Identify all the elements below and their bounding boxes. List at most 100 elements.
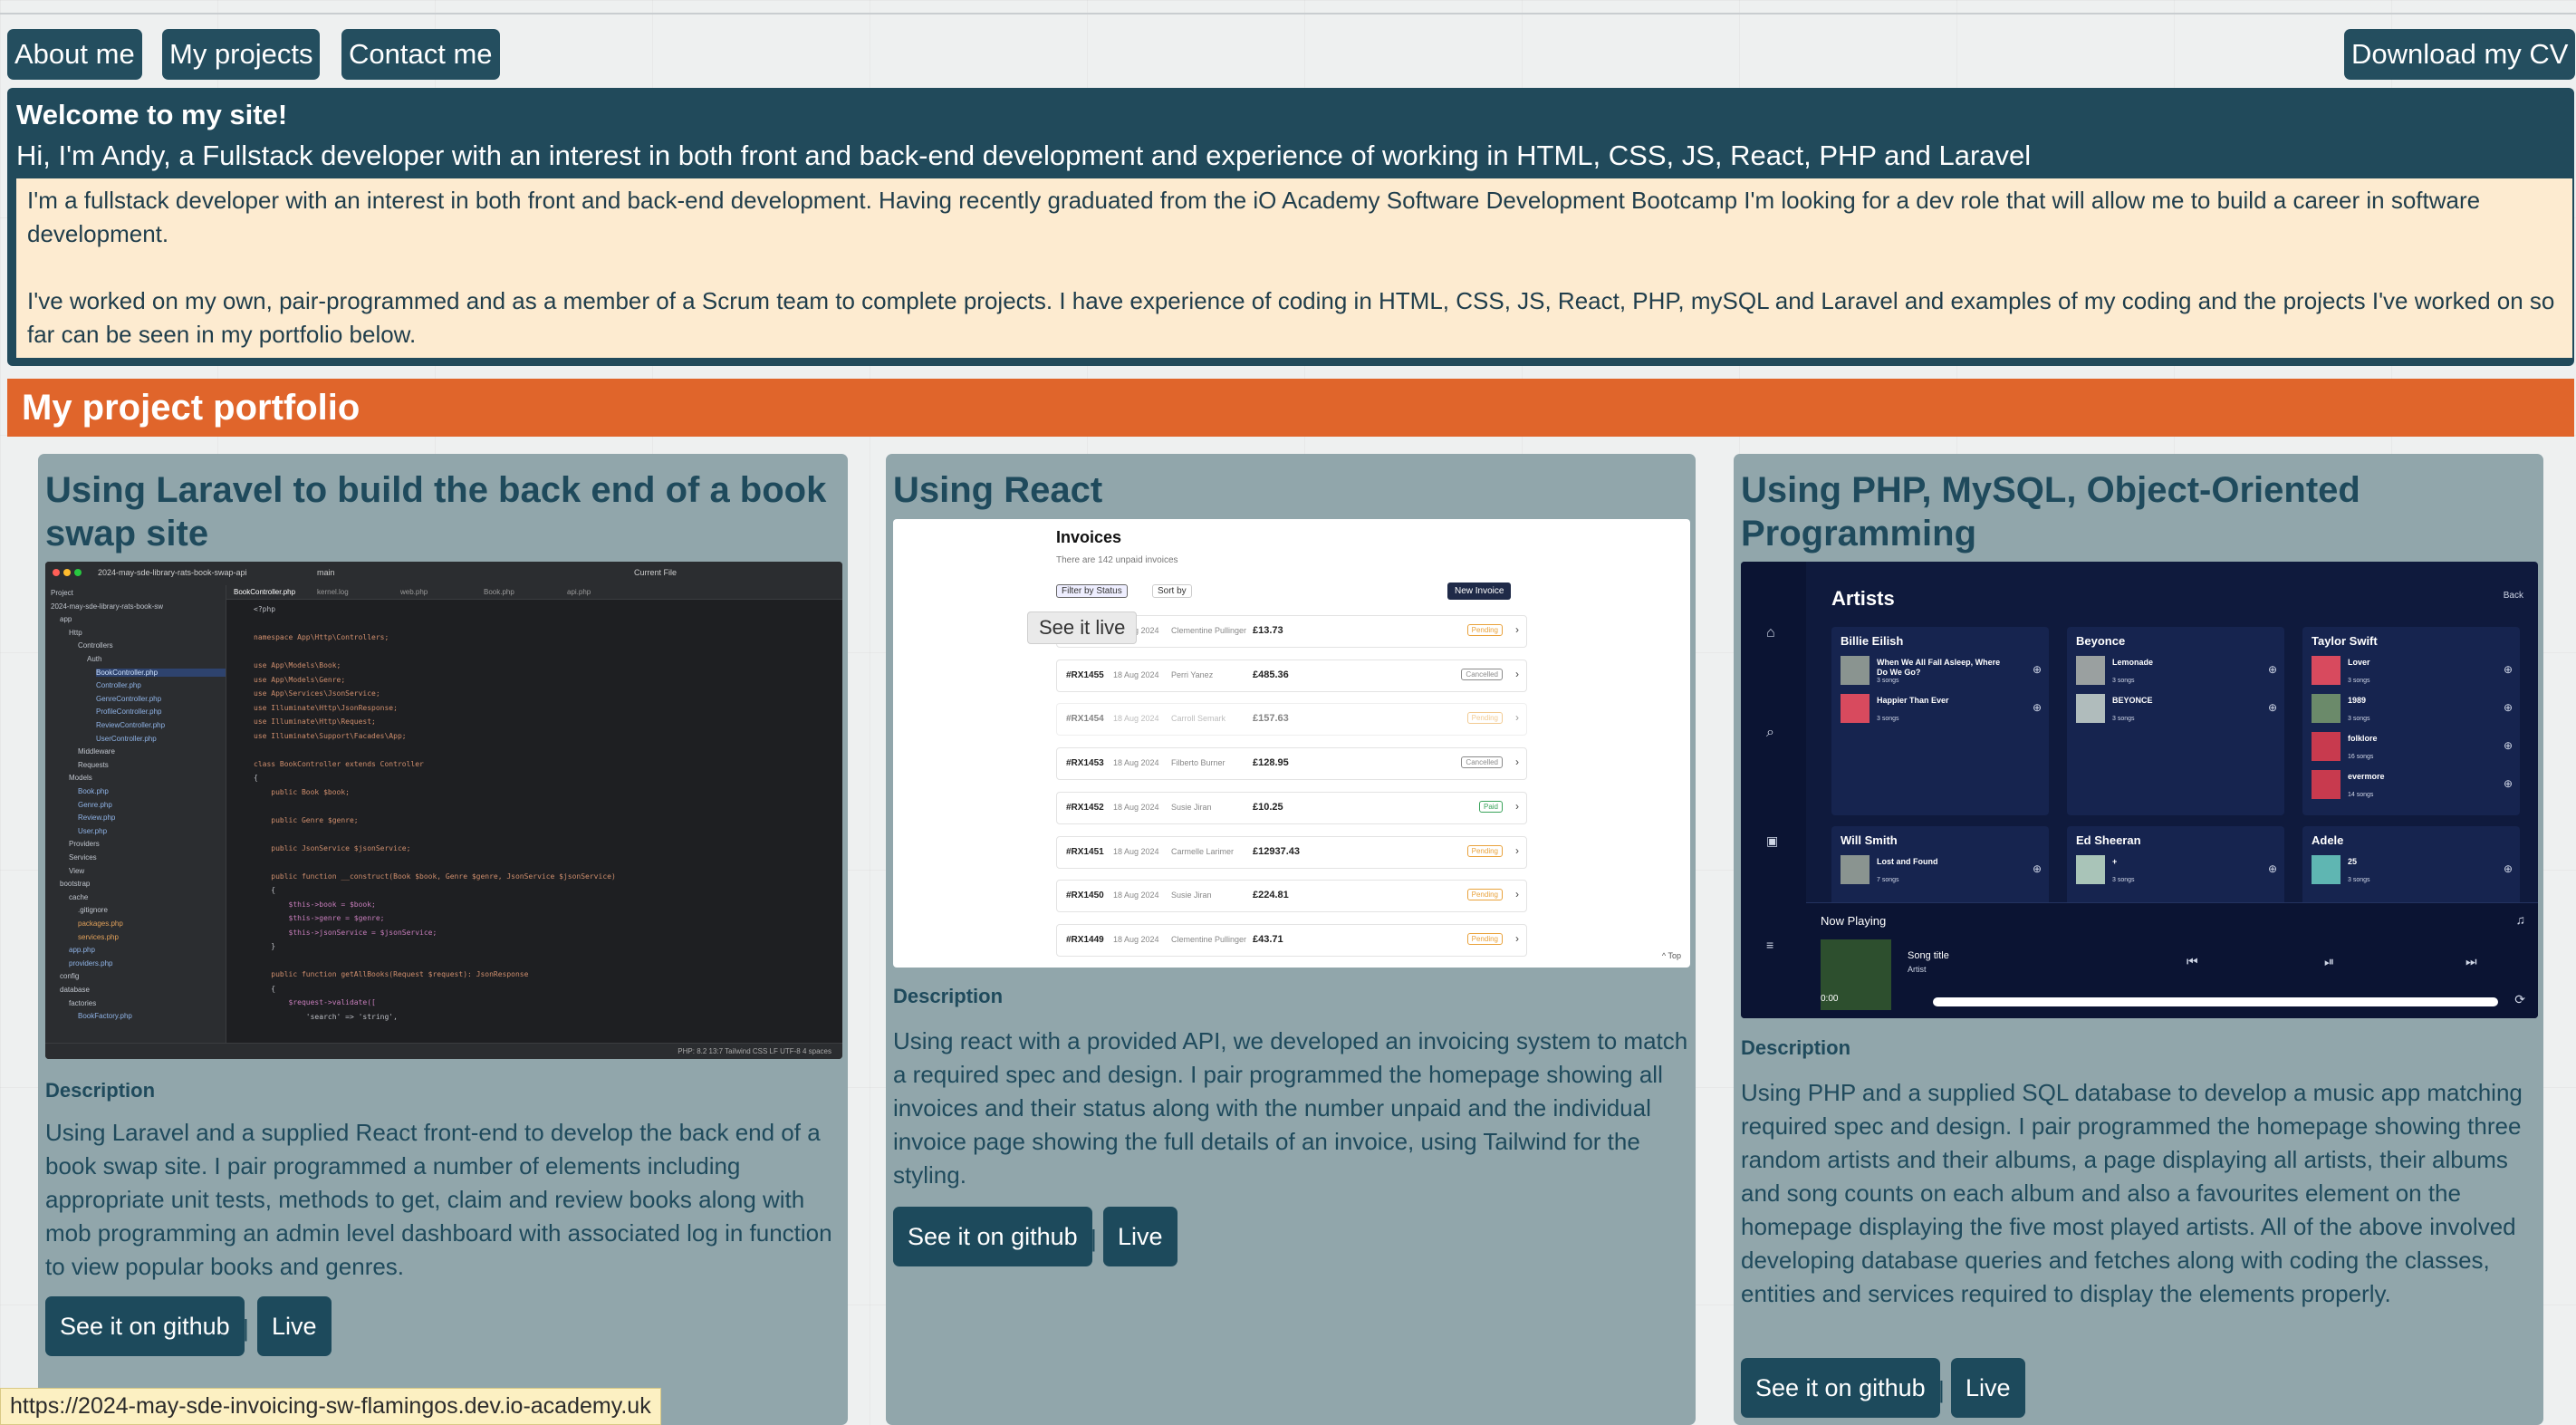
- invoice-row[interactable]: #RX1454 18 Aug 2024 Carroll Semark £157.63 P…: [1056, 703, 1527, 737]
- artist-card[interactable]: Billie Eilish When We All Fall Asleep, Wh…: [1831, 627, 2049, 815]
- code-line: {: [254, 984, 276, 993]
- album-title: Happier Than Ever: [1877, 696, 1949, 705]
- ide-tree-item[interactable]: Project: [51, 589, 73, 597]
- chevron-right-icon: ›: [1515, 888, 1519, 901]
- ide-tree-item[interactable]: factories: [69, 999, 96, 1007]
- play-circle-icon[interactable]: ⊕: [2033, 862, 2042, 875]
- invoice-status-badge: Pending: [1466, 844, 1503, 857]
- play-circle-icon[interactable]: ⊕: [2504, 777, 2513, 790]
- filter-status-select[interactable]: Filter by Status: [1056, 584, 1128, 598]
- search-icon: ⌕: [1766, 725, 1774, 740]
- invoices-subtitle: There are 142 unpaid invoices: [1056, 555, 1178, 565]
- ide-tree-item[interactable]: Book.php: [78, 787, 109, 795]
- ide-tree-item[interactable]: Controllers: [78, 641, 113, 650]
- ide-tree-item[interactable]: services.php: [78, 933, 119, 941]
- ide-tree-item[interactable]: 2024-may-sde-library-rats-book-sw: [51, 602, 163, 611]
- next-icon[interactable]: ⏭: [2465, 954, 2477, 969]
- description-label: Description: [1741, 1036, 1851, 1059]
- ide-tree-item[interactable]: Services: [69, 853, 97, 862]
- ide-branch: main: [317, 568, 335, 577]
- ide-tree-item[interactable]: app.php: [69, 946, 95, 954]
- artist-card[interactable]: Beyonce Lemonade 3 songs ⊕ BEYONCE 3 songs ⊕: [2067, 627, 2284, 815]
- download-cv-button[interactable]: Download my CV: [2344, 29, 2576, 80]
- ide-tree-item[interactable]: Providers: [69, 840, 100, 848]
- ide-tree-item[interactable]: ReviewController.php: [96, 721, 165, 729]
- invoices-screenshot: Invoices There are 142 unpaid invoices F…: [893, 519, 1690, 968]
- code-line: use Illuminate\Http\Request;: [254, 717, 376, 726]
- ide-tree-item[interactable]: packages.php: [78, 920, 123, 928]
- invoice-row[interactable]: #RX1452 18 Aug 2024 Susie Jiran £10.25 Paid ›: [1056, 791, 1527, 824]
- my-projects-button[interactable]: My projects: [162, 29, 321, 80]
- code-line: namespace App\Http\Controllers;: [254, 633, 389, 641]
- play-circle-icon[interactable]: ⊕: [2033, 663, 2042, 676]
- ide-tab[interactable]: api.php: [567, 588, 591, 596]
- ide-tab[interactable]: web.php: [400, 588, 428, 596]
- play-circle-icon[interactable]: ⊕: [2504, 739, 2513, 752]
- ide-tree-item[interactable]: Middleware: [78, 747, 115, 756]
- previous-icon[interactable]: ⏮: [2187, 954, 2198, 969]
- play-circle-icon[interactable]: ⊕: [2268, 701, 2277, 714]
- invoice-client: Carmelle Larimer: [1171, 846, 1235, 856]
- invoice-row[interactable]: #RX1449 18 Aug 2024 Clementine Pullinger £4…: [1056, 923, 1527, 957]
- play-circle-icon[interactable]: ⊕: [2504, 862, 2513, 875]
- play-circle-icon[interactable]: ⊕: [2504, 701, 2513, 714]
- back-to-top-link[interactable]: ^ Top: [1662, 951, 1681, 960]
- play-circle-icon[interactable]: ⊕: [2268, 862, 2277, 875]
- ide-tree-item[interactable]: Models: [69, 774, 92, 782]
- ide-tree-item[interactable]: Http: [69, 629, 82, 637]
- play-circle-icon[interactable]: ⊕: [2033, 701, 2042, 714]
- repeat-icon[interactable]: ⟳: [2514, 992, 2525, 1007]
- music-note-icon: ♫: [2515, 912, 2526, 927]
- ide-tree-item[interactable]: ProfileController.php: [96, 708, 161, 716]
- live-button[interactable]: Live: [257, 1296, 332, 1356]
- new-invoice-button[interactable]: New Invoice: [1447, 583, 1512, 600]
- code-line: 'search' => 'string',: [254, 1012, 398, 1021]
- album-song-count: 3 songs: [1877, 678, 1899, 684]
- now-playing-label: Now Playing: [1821, 914, 1887, 928]
- about-me-button[interactable]: About me: [7, 29, 142, 80]
- ide-tree-item[interactable]: Review.php: [78, 814, 115, 822]
- github-button[interactable]: See it on github: [45, 1296, 245, 1356]
- play-pause-icon[interactable]: ⏯: [2324, 954, 2334, 969]
- invoice-row[interactable]: #RX1451 18 Aug 2024 Carmelle Larimer £12937…: [1056, 835, 1527, 869]
- invoice-row[interactable]: #RX1455 18 Aug 2024 Perri Yanez £485.36 Canc…: [1056, 659, 1527, 692]
- ide-tree-item[interactable]: GenreController.php: [96, 695, 161, 703]
- play-circle-icon[interactable]: ⊕: [2504, 663, 2513, 676]
- play-circle-icon[interactable]: ⊕: [2268, 663, 2277, 676]
- progress-bar[interactable]: [1933, 997, 2498, 1006]
- invoice-row[interactable]: #RX1450 18 Aug 2024 Susie Jiran £224.81 Pend…: [1056, 880, 1527, 913]
- ide-tree-item[interactable]: Requests: [78, 761, 109, 769]
- ide-tree-item[interactable]: .gitignore: [78, 906, 108, 914]
- live-button[interactable]: Live: [1103, 1207, 1177, 1266]
- code-line: public Book $book;: [254, 787, 350, 796]
- ide-tree-item[interactable]: config: [60, 972, 79, 980]
- back-link[interactable]: Back: [2504, 591, 2523, 601]
- ide-tree-item[interactable]: User.php: [78, 827, 107, 835]
- sort-by-select[interactable]: Sort by: [1152, 584, 1192, 598]
- invoice-date: 18 Aug 2024: [1113, 758, 1159, 768]
- ide-tab[interactable]: BookController.php: [234, 588, 295, 596]
- ide-tree-item[interactable]: View: [69, 867, 84, 875]
- ide-tab[interactable]: Book.php: [484, 588, 514, 596]
- invoice-row[interactable]: #RX1453 18 Aug 2024 Filberto Burner £128.95…: [1056, 747, 1527, 781]
- ide-tree-item[interactable]: Auth: [87, 655, 101, 663]
- ide-tree-item[interactable]: Controller.php: [96, 681, 141, 689]
- ide-tree-item[interactable]: BookController.php: [96, 668, 226, 677]
- live-button[interactable]: Live: [1951, 1358, 2025, 1418]
- chevron-right-icon: ›: [1515, 756, 1519, 769]
- ide-tree-item[interactable]: cache: [69, 893, 88, 901]
- ide-tree-item[interactable]: UserController.php: [96, 735, 157, 743]
- ide-tree-item[interactable]: providers.php: [69, 959, 112, 968]
- ide-tree-item[interactable]: app: [60, 615, 72, 623]
- github-button[interactable]: See it on github: [1741, 1358, 1940, 1418]
- ide-tree-item[interactable]: BookFactory.php: [78, 1012, 132, 1020]
- ide-tree-item[interactable]: bootstrap: [60, 880, 90, 888]
- invoice-amount: £224.81: [1253, 890, 1289, 901]
- github-button[interactable]: See it on github: [893, 1207, 1092, 1266]
- ide-tab[interactable]: kernel.log: [317, 588, 349, 596]
- ide-tree-item[interactable]: database: [60, 986, 90, 994]
- artist-card[interactable]: Taylor Swift Lover 3 songs ⊕ 1989 3 songs ⊕ fol…: [2302, 627, 2520, 815]
- ide-tree-item[interactable]: Genre.php: [78, 801, 112, 809]
- chevron-right-icon: ›: [1515, 931, 1519, 945]
- contact-me-button[interactable]: Contact me: [341, 29, 500, 80]
